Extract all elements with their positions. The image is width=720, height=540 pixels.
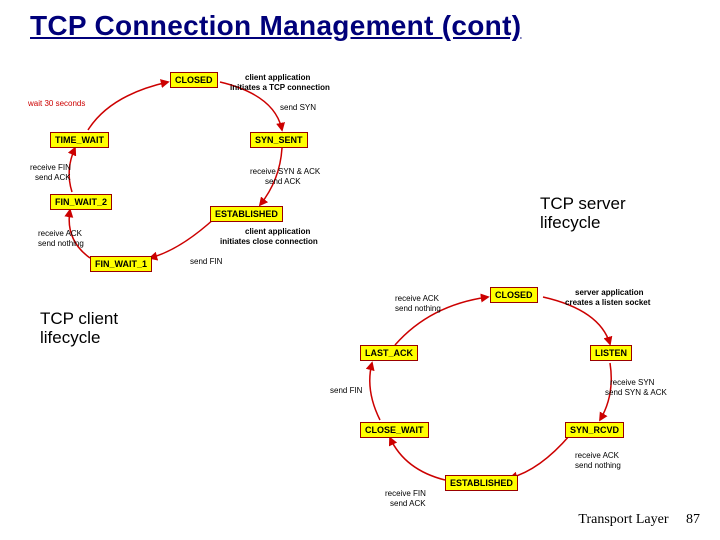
client-recv-ack-2: send nothing <box>38 240 84 249</box>
client-init-2: initiates a TCP connection <box>230 84 330 93</box>
server-init-2: creates a listen socket <box>565 299 650 308</box>
client-close-1: client application <box>245 228 310 237</box>
client-lifecycle-diagram: CLOSED SYN_SENT ESTABLISHED FIN_WAIT_1 F… <box>20 60 380 290</box>
state-closed-server: CLOSED <box>490 287 538 303</box>
caption-server: TCP server lifecycle <box>540 195 626 232</box>
server-recv-fin-1: receive FIN <box>385 490 426 499</box>
slide-footer: Transport Layer 87 <box>578 512 700 528</box>
server-init-1: server application <box>575 289 643 298</box>
server-recv-ack-2: send nothing <box>575 462 621 471</box>
client-recv-fin-1: receive FIN <box>30 164 71 173</box>
server-recv-syn-1: receive SYN <box>610 379 654 388</box>
server-recv-ack-4: send nothing <box>395 305 441 314</box>
server-lifecycle-diagram: CLOSED LISTEN SYN_RCVD ESTABLISHED CLOSE… <box>310 275 705 510</box>
state-time-wait: TIME_WAIT <box>50 132 109 148</box>
server-recv-ack-1: receive ACK <box>575 452 619 461</box>
state-syn-sent: SYN_SENT <box>250 132 308 148</box>
client-init-1: client application <box>245 74 310 83</box>
server-recv-ack-3: receive ACK <box>395 295 439 304</box>
client-recv-synack-2: send ACK <box>265 178 301 187</box>
state-listen: LISTEN <box>590 345 632 361</box>
state-fin-wait-1: FIN_WAIT_1 <box>90 256 152 272</box>
state-established-client: ESTABLISHED <box>210 206 283 222</box>
client-wait30: wait 30 seconds <box>28 100 85 109</box>
state-closed-client: CLOSED <box>170 72 218 88</box>
client-recv-synack-1: receive SYN & ACK <box>250 168 320 177</box>
state-established-server: ESTABLISHED <box>445 475 518 491</box>
slide-title: TCP Connection Management (cont) <box>30 10 521 42</box>
footer-text: Transport Layer <box>578 512 668 527</box>
server-recv-syn-2: send SYN & ACK <box>605 389 667 398</box>
state-close-wait: CLOSE_WAIT <box>360 422 429 438</box>
page-number: 87 <box>686 512 700 527</box>
client-recv-ack-1: receive ACK <box>38 230 82 239</box>
client-close-2: initiates close connection <box>220 238 318 247</box>
state-last-ack: LAST_ACK <box>360 345 418 361</box>
server-recv-fin-2: send ACK <box>390 500 426 509</box>
state-syn-rcvd: SYN_RCVD <box>565 422 624 438</box>
state-fin-wait-2: FIN_WAIT_2 <box>50 194 112 210</box>
server-send-fin: send FIN <box>330 387 362 396</box>
client-send-fin: send FIN <box>190 258 222 267</box>
caption-client: TCP client lifecycle <box>40 310 118 347</box>
client-recv-fin-2: send ACK <box>35 174 71 183</box>
client-send-syn: send SYN <box>280 104 316 113</box>
